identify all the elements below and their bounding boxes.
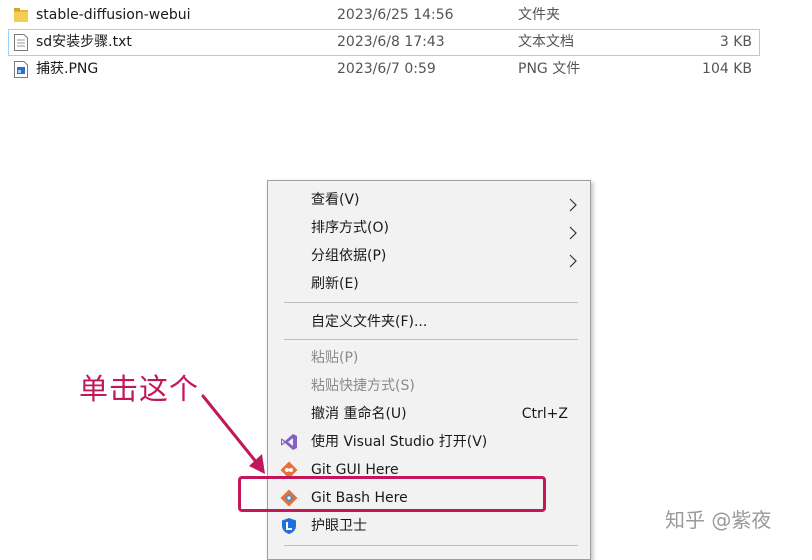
menu-item-undo-rename[interactable]: 撤消 重命名(U) Ctrl+Z (268, 400, 590, 428)
menu-item-sort[interactable]: 排序方式(O) (268, 214, 590, 242)
file-date: 2023/6/25 14:56 (337, 7, 454, 23)
menu-item-label: 排序方式(O) (311, 220, 389, 236)
image-file-icon (14, 61, 28, 78)
watermark: 知乎 @紫夜 (665, 508, 772, 532)
menu-separator (284, 339, 578, 340)
menu-item-refresh[interactable]: 刷新(E) (268, 270, 590, 298)
menu-item-label: 分组依据(P) (311, 248, 387, 264)
menu-separator (284, 545, 578, 546)
file-row-stable-diffusion-webui[interactable]: stable-diffusion-webui 2023/6/25 14:56 文… (8, 2, 760, 29)
menu-item-label: 自定义文件夹(F)... (311, 314, 428, 330)
menu-item-paste-shortcut[interactable]: 粘贴快捷方式(S) (268, 372, 590, 400)
chevron-right-icon (568, 250, 578, 268)
file-date: 2023/6/8 17:43 (337, 34, 445, 50)
menu-item-label: 撤消 重命名(U) (311, 406, 407, 422)
annotation-label: 单击这个 (79, 372, 200, 406)
menu-item-group[interactable]: 分组依据(P) (268, 242, 590, 270)
menu-item-customize-folder[interactable]: 自定义文件夹(F)... (268, 308, 590, 336)
file-row-capture-png[interactable]: 捕获.PNG 2023/6/7 0:59 PNG 文件 104 KB (8, 56, 760, 83)
file-type: 文本文档 (518, 34, 574, 50)
menu-item-label: 护眼卫士 (311, 518, 367, 534)
menu-item-paste[interactable]: 粘贴(P) (268, 344, 590, 372)
chevron-right-icon (568, 222, 578, 240)
menu-item-eye-guard[interactable]: 护眼卫士 (268, 512, 590, 540)
highlight-box (238, 476, 546, 512)
menu-item-open-visual-studio[interactable]: 使用 Visual Studio 打开(V) (268, 428, 590, 456)
file-name: sd安装步骤.txt (36, 34, 132, 50)
file-type: 文件夹 (518, 7, 560, 23)
chevron-right-icon (568, 194, 578, 212)
eye-guard-shield-icon (280, 517, 298, 535)
file-list: stable-diffusion-webui 2023/6/25 14:56 文… (8, 2, 760, 83)
file-size: 3 KB (719, 34, 752, 50)
menu-item-shortcut: Ctrl+Z (521, 406, 568, 422)
file-size: 104 KB (702, 61, 752, 77)
menu-item-view[interactable]: 查看(V) (268, 186, 590, 214)
menu-item-label: 查看(V) (311, 192, 360, 208)
text-file-icon (14, 34, 28, 51)
menu-item-label: 粘贴(P) (311, 350, 359, 366)
file-type: PNG 文件 (518, 61, 581, 77)
file-name: 捕获.PNG (36, 61, 99, 77)
menu-item-label: 粘贴快捷方式(S) (311, 378, 415, 394)
file-date: 2023/6/7 0:59 (337, 61, 436, 77)
file-name: stable-diffusion-webui (36, 7, 191, 23)
folder-icon (14, 7, 28, 24)
annotation-arrow-icon (201, 394, 265, 474)
file-row-sd-steps-txt[interactable]: sd安装步骤.txt 2023/6/8 17:43 文本文档 3 KB (8, 29, 760, 56)
visual-studio-icon (280, 433, 298, 451)
menu-item-label: 使用 Visual Studio 打开(V) (311, 434, 488, 450)
menu-separator (284, 302, 578, 303)
menu-item-label: 刷新(E) (311, 276, 359, 292)
